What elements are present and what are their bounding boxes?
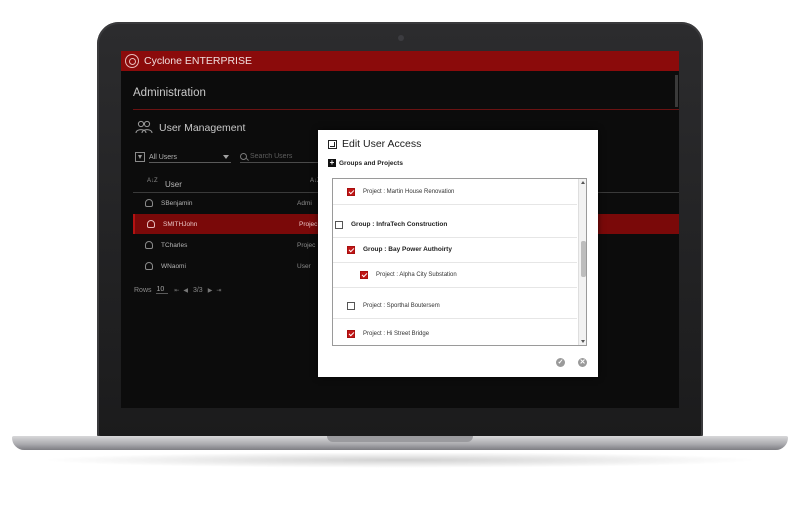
prev-page-icon[interactable]: ◀ <box>183 287 188 294</box>
access-list: Project : Martin House Renovation Group … <box>332 178 587 346</box>
scroll-down-icon[interactable] <box>581 340 585 343</box>
item-label: Project : Hi Street Bridge <box>363 330 430 337</box>
confirm-button[interactable]: ✓ <box>556 358 565 367</box>
laptop-notch <box>327 436 473 442</box>
groups-projects-header[interactable]: + Groups and Projects <box>328 159 403 167</box>
scroll-thumb[interactable] <box>581 241 586 277</box>
user-role: User <box>297 262 311 270</box>
app-title: Cyclone ENTERPRISE <box>144 55 252 67</box>
page-info: 3/3 <box>192 286 203 294</box>
sort-icon[interactable]: A↓Z <box>147 178 158 184</box>
user-name: SMITHJohn <box>163 220 198 228</box>
item-label: Project : Martin House Renovation <box>363 188 455 195</box>
users-icon <box>135 120 153 134</box>
column-header-user[interactable]: User <box>165 180 182 189</box>
user-role: Projec <box>297 241 316 249</box>
camera-icon <box>398 35 404 41</box>
user-name: SBenjamin <box>161 199 193 207</box>
checkbox[interactable] <box>335 220 343 229</box>
item-label: Group : InfraTech Construction <box>351 221 448 228</box>
list-item[interactable]: Project : Alpha City Substation <box>333 262 577 288</box>
list-item[interactable]: Project : Hi Street Bridge <box>333 321 577 345</box>
checkbox[interactable] <box>360 270 368 279</box>
dialog-header: Edit User Access <box>328 138 421 150</box>
pagination: Rows 10 ⇤ ◀ 3/3 ▶ ⇥ <box>134 286 223 294</box>
user-filter-select[interactable]: All Users <box>149 152 231 163</box>
filter-icon[interactable] <box>135 152 145 162</box>
cyclone-logo-icon <box>125 54 139 68</box>
page-title: Administration <box>133 87 206 99</box>
search-icon <box>240 153 247 160</box>
user-name: TCharles <box>161 241 188 249</box>
expand-plus-icon[interactable]: + <box>328 159 336 167</box>
chevron-down-icon <box>223 155 229 159</box>
laptop-shadow <box>40 452 760 468</box>
edit-access-icon <box>328 139 337 149</box>
list-item[interactable]: Group : Bay Power Authoirty <box>333 237 577 263</box>
user-role: Admi <box>297 199 312 207</box>
item-label: Group : Bay Power Authoirty <box>363 246 452 253</box>
user-icon <box>145 262 153 270</box>
item-label: Project : Sporthal Boutersem <box>363 302 440 309</box>
checkbox[interactable] <box>347 187 355 196</box>
checkbox[interactable] <box>347 245 355 254</box>
last-page-icon[interactable]: ⇥ <box>216 287 221 294</box>
checkbox[interactable] <box>347 329 355 338</box>
laptop-mockup: Cyclone ENTERPRISE Administration User M… <box>0 0 800 514</box>
user-icon <box>145 199 153 207</box>
section-label: Groups and Projects <box>339 159 403 167</box>
scroll-up-icon[interactable] <box>581 181 585 184</box>
rows-label: Rows <box>134 286 152 294</box>
edit-user-access-dialog: Edit User Access + Groups and Projects P… <box>318 130 598 377</box>
filter-value: All Users <box>149 153 178 161</box>
next-page-icon[interactable]: ▶ <box>208 287 213 294</box>
list-scrollbar[interactable] <box>578 179 586 345</box>
user-role: Projec <box>299 220 318 228</box>
checkbox[interactable] <box>347 301 355 310</box>
item-label: Project : Alpha City Substation <box>376 271 457 278</box>
user-icon <box>145 241 153 249</box>
first-page-icon[interactable]: ⇤ <box>174 287 179 294</box>
list-item[interactable]: Project : Sporthal Boutersem <box>333 293 577 319</box>
user-icon <box>147 220 155 228</box>
rows-per-page-select[interactable]: 10 <box>155 286 169 294</box>
user-name: WNaomi <box>161 262 186 270</box>
title-divider <box>133 109 679 110</box>
cancel-button[interactable]: ✕ <box>578 358 587 367</box>
list-item[interactable]: Group : InfraTech Construction <box>333 212 577 238</box>
app-header: Cyclone ENTERPRISE <box>121 51 679 71</box>
check-circle-icon: ✓ <box>557 359 564 366</box>
close-circle-icon: ✕ <box>579 359 586 366</box>
section-title: User Management <box>159 122 246 134</box>
dialog-title: Edit User Access <box>342 138 422 150</box>
page-scrollbar[interactable] <box>675 75 678 107</box>
list-item[interactable]: Project : Martin House Renovation <box>333 179 577 205</box>
